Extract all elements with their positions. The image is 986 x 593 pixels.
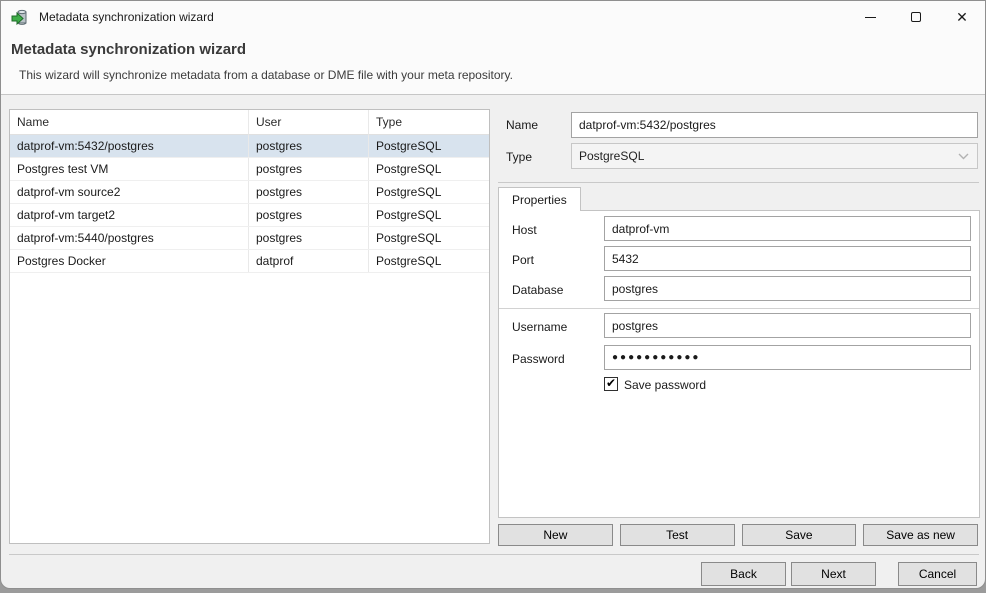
save-password-label: Save password bbox=[624, 378, 706, 392]
type-field-label: Type bbox=[506, 150, 532, 164]
username-input[interactable]: postgres bbox=[604, 313, 971, 338]
table-row[interactable]: Postgres test VM postgres PostgreSQL bbox=[10, 158, 489, 181]
password-field-label: Password bbox=[512, 352, 565, 366]
cell-type: PostgreSQL bbox=[369, 135, 489, 157]
cell-user: postgres bbox=[249, 135, 369, 157]
chevron-down-icon bbox=[958, 153, 969, 160]
cell-name: datprof-vm target2 bbox=[10, 204, 249, 226]
table-header-row: Name User Type bbox=[10, 110, 489, 135]
cell-name: datprof-vm:5440/postgres bbox=[10, 227, 249, 249]
close-button[interactable]: ✕ bbox=[939, 1, 985, 33]
window-title: Metadata synchronization wizard bbox=[39, 10, 214, 24]
host-input[interactable]: datprof-vm bbox=[604, 216, 971, 241]
window-controls: ✕ bbox=[847, 1, 985, 33]
name-input[interactable]: datprof-vm:5432/postgres bbox=[571, 112, 978, 138]
new-button[interactable]: New bbox=[498, 524, 613, 546]
cancel-button[interactable]: Cancel bbox=[898, 562, 977, 586]
maximize-icon bbox=[911, 12, 921, 22]
cell-user: postgres bbox=[249, 227, 369, 249]
metadata-sync-wizard-window: Metadata synchronization wizard ✕ Metada… bbox=[0, 0, 986, 589]
table-row[interactable]: datprof-vm:5432/postgres postgres Postgr… bbox=[10, 135, 489, 158]
tab-properties[interactable]: Properties bbox=[498, 187, 581, 211]
cell-type: PostgreSQL bbox=[369, 181, 489, 203]
column-header-user[interactable]: User bbox=[249, 110, 369, 135]
connections-table: Name User Type datprof-vm:5432/postgres … bbox=[9, 109, 490, 544]
cell-user: datprof bbox=[249, 250, 369, 272]
table-row[interactable]: datprof-vm source2 postgres PostgreSQL bbox=[10, 181, 489, 204]
cell-user: postgres bbox=[249, 181, 369, 203]
database-input[interactable]: postgres bbox=[604, 276, 971, 301]
save-button[interactable]: Save bbox=[742, 524, 857, 546]
cell-type: PostgreSQL bbox=[369, 204, 489, 226]
connection-actions: New Test Save Save as new bbox=[498, 524, 978, 546]
cell-type: PostgreSQL bbox=[369, 250, 489, 272]
username-field-label: Username bbox=[512, 320, 567, 334]
type-dropdown[interactable]: PostgreSQL bbox=[571, 143, 978, 169]
divider bbox=[499, 308, 979, 309]
cell-type: PostgreSQL bbox=[369, 158, 489, 180]
page-subtitle: This wizard will synchronize metadata fr… bbox=[19, 68, 513, 82]
table-row[interactable]: datprof-vm target2 postgres PostgreSQL bbox=[10, 204, 489, 227]
minimize-button[interactable] bbox=[847, 1, 893, 33]
port-input[interactable]: 5432 bbox=[604, 246, 971, 271]
maximize-button[interactable] bbox=[893, 1, 939, 33]
next-button[interactable]: Next bbox=[791, 562, 876, 586]
divider bbox=[498, 182, 979, 183]
cell-name: datprof-vm:5432/postgres bbox=[10, 135, 249, 157]
password-input[interactable]: ●●●●●●●●●●● bbox=[604, 345, 971, 370]
port-field-label: Port bbox=[512, 253, 534, 267]
column-header-type[interactable]: Type bbox=[369, 110, 489, 135]
type-dropdown-value: PostgreSQL bbox=[579, 149, 644, 163]
back-button[interactable]: Back bbox=[701, 562, 786, 586]
save-as-new-button[interactable]: Save as new bbox=[863, 524, 978, 546]
database-field-label: Database bbox=[512, 283, 563, 297]
page-title: Metadata synchronization wizard bbox=[11, 41, 246, 58]
tab-properties-label: Properties bbox=[512, 193, 567, 207]
cell-user: postgres bbox=[249, 204, 369, 226]
host-field-label: Host bbox=[512, 223, 537, 237]
test-button[interactable]: Test bbox=[620, 524, 735, 546]
titlebar: Metadata synchronization wizard ✕ bbox=[1, 1, 985, 33]
cell-name: Postgres Docker bbox=[10, 250, 249, 272]
table-body: datprof-vm:5432/postgres postgres Postgr… bbox=[10, 135, 489, 273]
header-zone: Metadata synchronization wizard ✕ Metada… bbox=[1, 1, 985, 95]
save-password-checkbox[interactable] bbox=[604, 377, 618, 391]
cell-type: PostgreSQL bbox=[369, 227, 489, 249]
minimize-icon bbox=[865, 17, 876, 18]
table-row[interactable]: Postgres Docker datprof PostgreSQL bbox=[10, 250, 489, 273]
table-row[interactable]: datprof-vm:5440/postgres postgres Postgr… bbox=[10, 227, 489, 250]
cell-user: postgres bbox=[249, 158, 369, 180]
cell-name: datprof-vm source2 bbox=[10, 181, 249, 203]
app-icon bbox=[11, 8, 29, 26]
close-icon: ✕ bbox=[956, 10, 968, 24]
column-header-name[interactable]: Name bbox=[10, 110, 249, 135]
footer-divider bbox=[9, 554, 979, 555]
cell-name: Postgres test VM bbox=[10, 158, 249, 180]
name-field-label: Name bbox=[506, 118, 538, 132]
